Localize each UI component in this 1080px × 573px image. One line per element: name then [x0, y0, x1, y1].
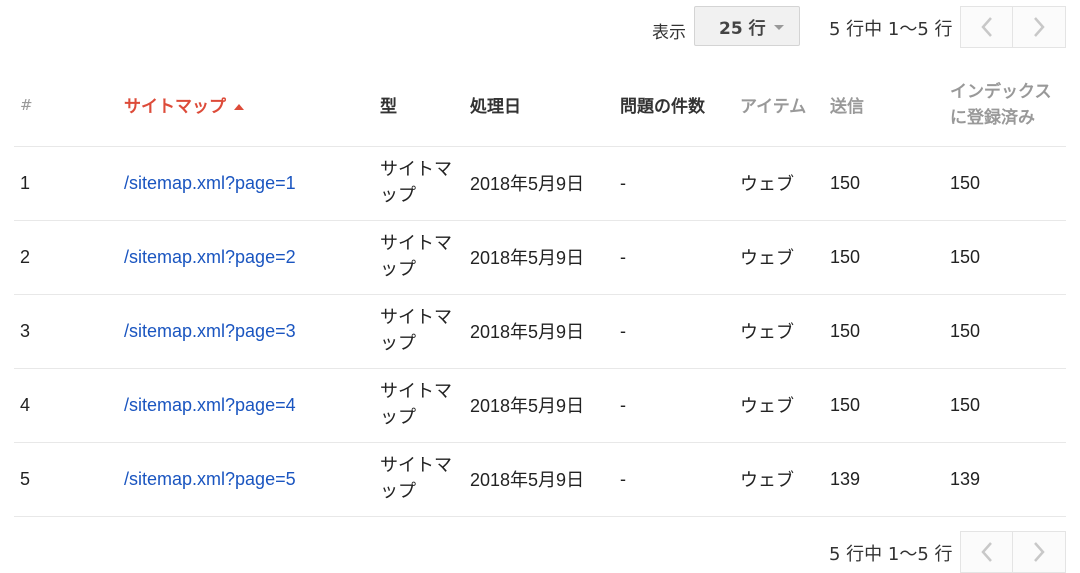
row-type: サイトマップ: [374, 294, 464, 369]
row-num: 2: [14, 220, 118, 295]
row-type: サイトマップ: [374, 368, 464, 443]
row-indexed: 150: [944, 220, 1066, 295]
row-type: サイトマップ: [374, 146, 464, 221]
row-items: ウェブ: [734, 146, 824, 221]
rows-per-page-select[interactable]: 25 行: [694, 6, 800, 46]
table-row: 4 /sitemap.xml?page=4 サイトマップ 2018年5月9日 -…: [14, 368, 1066, 443]
row-processed: 2018年5月9日: [464, 294, 614, 369]
row-items: ウェブ: [734, 442, 824, 517]
table-row: 3 /sitemap.xml?page=3 サイトマップ 2018年5月9日 -…: [14, 294, 1066, 369]
column-header-items: アイテム: [734, 64, 824, 147]
prev-page-button[interactable]: [960, 6, 1013, 48]
sitemap-link[interactable]: /sitemap.xml?page=2: [124, 247, 296, 267]
row-items: ウェブ: [734, 294, 824, 369]
table-header-row: # サイトマップ 型 処理日 問題の件数 アイテム 送信 インデックスに登録済み: [14, 64, 1066, 147]
table-row: 1 /sitemap.xml?page=1 サイトマップ 2018年5月9日 -…: [14, 146, 1066, 221]
table-row: 2 /sitemap.xml?page=2 サイトマップ 2018年5月9日 -…: [14, 220, 1066, 295]
column-header-num: #: [14, 64, 118, 147]
rows-per-page-value: 25 行: [719, 18, 766, 39]
row-num: 5: [14, 442, 118, 517]
row-submitted: 150: [824, 368, 944, 443]
sitemap-link[interactable]: /sitemap.xml?page=1: [124, 173, 296, 193]
pagination-bottom: 5 行中 1〜5 行: [0, 531, 1080, 573]
row-processed: 2018年5月9日: [464, 220, 614, 295]
row-indexed: 150: [944, 146, 1066, 221]
pager-top: [960, 6, 1066, 48]
sort-ascending-icon: [234, 104, 244, 111]
rows-per-page-label: 表示: [652, 23, 686, 43]
pagination-range: 5 行中 1〜5 行: [829, 19, 953, 40]
row-submitted: 150: [824, 294, 944, 369]
row-items: ウェブ: [734, 220, 824, 295]
column-header-sitemap-label: サイトマップ: [124, 97, 226, 118]
row-submitted: 150: [824, 220, 944, 295]
chevron-left-icon: [980, 17, 992, 37]
column-header-submitted[interactable]: 送信: [824, 64, 944, 147]
row-submitted: 139: [824, 442, 944, 517]
column-header-type[interactable]: 型: [374, 64, 464, 147]
sitemap-link[interactable]: /sitemap.xml?page=5: [124, 469, 296, 489]
row-indexed: 139: [944, 442, 1066, 517]
pagination-range-bottom: 5 行中 1〜5 行: [829, 544, 953, 565]
column-header-indexed[interactable]: インデックスに登録済み: [944, 64, 1066, 147]
sitemaps-table: # サイトマップ 型 処理日 問題の件数 アイテム 送信 インデックスに登録済み…: [14, 64, 1066, 517]
row-indexed: 150: [944, 294, 1066, 369]
column-header-processed[interactable]: 処理日: [464, 64, 614, 147]
row-processed: 2018年5月9日: [464, 368, 614, 443]
column-header-issues[interactable]: 問題の件数: [614, 64, 734, 147]
row-processed: 2018年5月9日: [464, 146, 614, 221]
chevron-left-icon: [980, 542, 992, 562]
row-submitted: 150: [824, 146, 944, 221]
row-issues: -: [614, 220, 734, 295]
chevron-right-icon: [1034, 542, 1045, 562]
row-num: 1: [14, 146, 118, 221]
sitemap-link[interactable]: /sitemap.xml?page=4: [124, 395, 296, 415]
chevron-right-icon: [1034, 17, 1045, 37]
row-issues: -: [614, 294, 734, 369]
row-items: ウェブ: [734, 368, 824, 443]
column-header-sitemap[interactable]: サイトマップ: [118, 64, 374, 147]
row-issues: -: [614, 368, 734, 443]
row-processed: 2018年5月9日: [464, 442, 614, 517]
caret-down-icon: [773, 24, 784, 30]
row-issues: -: [614, 146, 734, 221]
row-issues: -: [614, 442, 734, 517]
row-num: 4: [14, 368, 118, 443]
row-num: 3: [14, 294, 118, 369]
table-row: 5 /sitemap.xml?page=5 サイトマップ 2018年5月9日 -…: [14, 442, 1066, 517]
next-page-button[interactable]: [1013, 6, 1066, 48]
row-indexed: 150: [944, 368, 1066, 443]
row-type: サイトマップ: [374, 220, 464, 295]
sitemap-link[interactable]: /sitemap.xml?page=3: [124, 321, 296, 341]
row-type: サイトマップ: [374, 442, 464, 517]
pagination-top: 表示 25 行 5 行中 1〜5 行: [0, 6, 1080, 50]
